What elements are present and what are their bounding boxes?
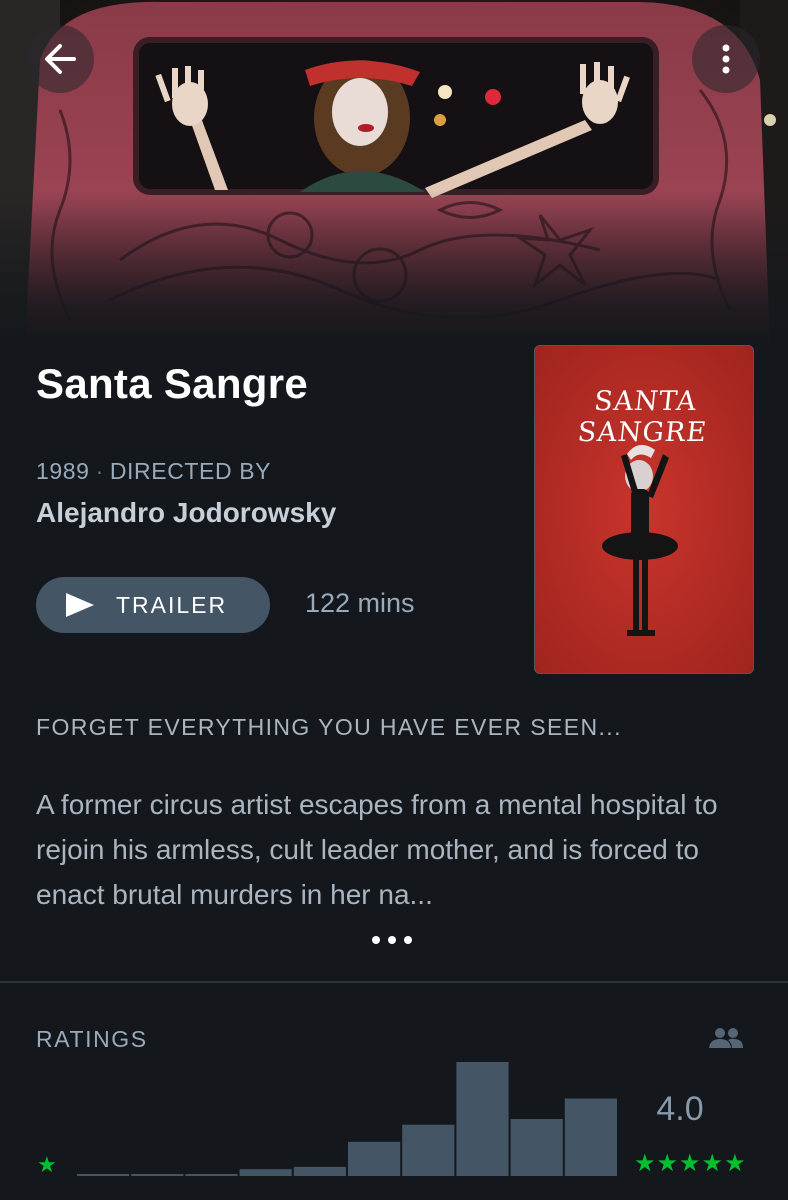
people-icon[interactable] [708, 1026, 744, 1057]
rating-bar-9[interactable] [510, 1119, 563, 1176]
max-stars-icon: ★★★★★ [634, 1150, 747, 1177]
more-vertical-icon [722, 44, 730, 74]
min-star-icon: ★ [37, 1152, 57, 1177]
average-rating: 4.0 [656, 1090, 704, 1128]
dot [372, 936, 380, 944]
dot [388, 936, 396, 944]
tagline: FORGET EVERYTHING YOU HAVE EVER SEEN... [36, 714, 622, 740]
rating-bar-4[interactable] [239, 1169, 292, 1176]
rating-bar-7[interactable] [402, 1124, 455, 1176]
play-icon [66, 593, 94, 617]
directed-by-label: DIRECTED BY [109, 458, 272, 484]
synopsis[interactable]: A former circus artist escapes from a me… [36, 782, 756, 917]
rating-bar-2[interactable] [131, 1174, 184, 1176]
runtime: 122 mins [305, 588, 415, 618]
expand-synopsis-button[interactable] [372, 936, 412, 944]
film-meta: 1989 · DIRECTED BY [36, 458, 271, 485]
meta-separator: · [95, 458, 104, 484]
director-link[interactable]: Alejandro Jodorowsky [36, 497, 336, 529]
rating-bar-1[interactable] [77, 1174, 130, 1176]
rating-bar-8[interactable] [456, 1062, 509, 1176]
rating-bar-10[interactable] [564, 1098, 617, 1177]
ratings-heading: RATINGS [36, 1026, 148, 1052]
arrow-left-icon [45, 44, 76, 74]
film-title: Santa Sangre [36, 360, 309, 407]
poster-title: SANTA SANGRE [576, 386, 709, 448]
rating-bar-6[interactable] [348, 1141, 401, 1176]
rating-bar-5[interactable] [293, 1166, 346, 1176]
back-button[interactable] [26, 25, 94, 93]
rating-bar-3[interactable] [185, 1174, 238, 1176]
dot [404, 936, 412, 944]
section-divider [0, 981, 788, 983]
trailer-button[interactable]: TRAILER [36, 577, 270, 633]
backdrop-image [0, 0, 788, 345]
release-year[interactable]: 1989 [36, 458, 90, 484]
trailer-label: TRAILER [116, 591, 228, 618]
film-poster[interactable]: SANTA SANGRE [534, 345, 754, 674]
more-options-button[interactable] [692, 25, 760, 93]
ratings-histogram[interactable] [77, 1060, 617, 1176]
